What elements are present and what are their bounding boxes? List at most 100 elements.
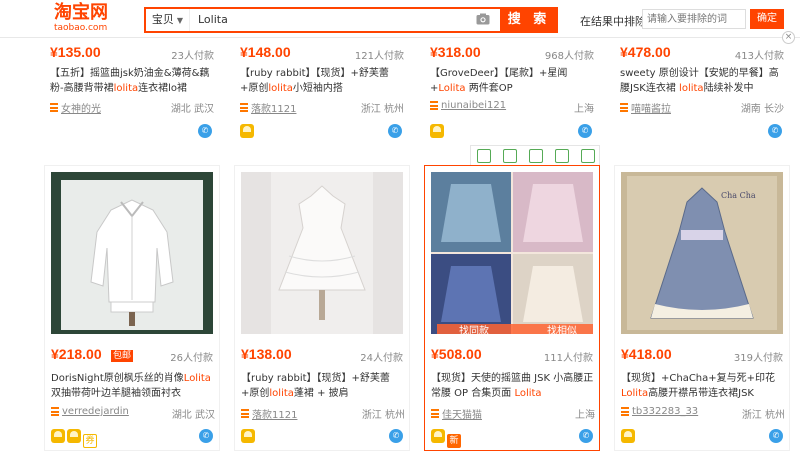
product-title[interactable]: 【现货】+ChaCha+复与死+印花Lolita高腰开襟吊带连衣裙JSK <box>621 371 785 401</box>
exclude-input[interactable] <box>642 9 746 29</box>
shop-icon <box>241 409 249 418</box>
tmall-gold-icon <box>621 429 635 443</box>
shop-link[interactable]: 落款1121 <box>251 104 296 115</box>
find-bar: 找同款 找相似 <box>437 324 593 334</box>
product-title[interactable]: 【五折】摇篮曲jsk奶油金&薄荷&藕粉-高腰背带裙lolita连衣裙lo裙 <box>50 66 214 96</box>
shop-link[interactable]: tb332283_33 <box>632 406 698 417</box>
wangwang-icon[interactable]: ✆ <box>768 124 782 138</box>
hover-toolbar <box>470 145 600 165</box>
logo-cn: 淘宝网 <box>54 2 108 23</box>
product-card[interactable]: ¥138.00 24人付款 【ruby rabbit】【现货】+舒芙蕾+原创lol… <box>234 165 410 451</box>
coupon-icon: 券 <box>83 434 97 448</box>
exclude-confirm-button[interactable]: 确定 <box>750 9 784 29</box>
settings-icon[interactable] <box>581 149 595 163</box>
product-title[interactable]: sweety 原创设计【安妮的早餐】高腰JSK连衣裙 lolita陆续补发中 <box>620 66 784 96</box>
icon-row: ✆ <box>430 124 594 140</box>
search-box: 宝贝 ▼ <box>144 7 554 33</box>
shop-icon <box>51 407 59 416</box>
expand-icon[interactable] <box>503 149 517 163</box>
sales-count: 24人付款 <box>360 353 403 364</box>
product-card[interactable]: ¥478.00 413人付款 sweety 原创设计【安妮的早餐】高腰JSK连衣裙… <box>614 20 790 144</box>
shop-link[interactable]: 佳天猫猫 <box>442 410 482 421</box>
bookmark-icon[interactable] <box>477 149 491 163</box>
sales-count: 968人付款 <box>544 51 594 62</box>
product-card[interactable]: ¥218.00 包邮 26人付款 DorisNight原创枫乐丝的肖像Lolita双… <box>44 165 220 451</box>
product-title[interactable]: 【ruby rabbit】【现货】+舒芙蕾+原创lolita蓬裙 + 披肩 <box>241 371 405 401</box>
search-button[interactable]: 搜 索 <box>500 7 558 33</box>
product-card[interactable]: ¥148.00 121人付款 【ruby rabbit】【现货】+舒芙蕾+原创lo… <box>234 20 410 144</box>
free-shipping-badge: 包邮 <box>111 350 134 362</box>
wangwang-icon[interactable]: ✆ <box>578 124 592 138</box>
product-title[interactable]: 【ruby rabbit】【现货】+舒芙蕾+原创lolita小短袖内搭 <box>240 66 404 96</box>
location: 浙江 杭州 <box>360 104 404 115</box>
product-image[interactable] <box>51 172 213 334</box>
share-icon[interactable] <box>555 149 569 163</box>
sales-count: 23人付款 <box>171 51 214 62</box>
find-similar-button[interactable]: 找相似 <box>547 324 577 334</box>
icon-row: ✆ <box>621 429 785 445</box>
taobao-logo[interactable]: 淘宝网 taobao.com <box>54 3 120 35</box>
close-icon[interactable]: × <box>782 31 795 44</box>
wangwang-icon[interactable]: ✆ <box>389 429 403 443</box>
shop-row: 落款1121 浙江 杭州 <box>241 406 405 421</box>
sales-count: 121人付款 <box>354 51 404 62</box>
tmall-gold-icon <box>241 429 255 443</box>
shop-icon <box>240 103 248 112</box>
location: 上海 <box>575 410 595 421</box>
shop-link[interactable]: verredejardin <box>62 406 129 417</box>
shop-link[interactable]: 喵喵酱拉 <box>631 104 671 115</box>
new-badge-icon: 新 <box>447 434 461 448</box>
shop-icon <box>431 409 439 418</box>
sales-count: 111人付款 <box>543 353 593 364</box>
product-title[interactable]: 【GroveDeer】【尾款】+星闻+Lolita 两件套OP <box>430 66 594 96</box>
find-same-button[interactable]: 找同款 <box>459 324 489 334</box>
price: ¥478.00 <box>620 44 671 60</box>
icon-row: ✆ <box>50 124 214 140</box>
shop-icon <box>620 103 628 112</box>
top-bar: 淘宝网 taobao.com 宝贝▼ 搜 索 在结果中排除 确定 <box>0 0 800 38</box>
product-card[interactable]: Cha Cha ¥418.00 319人付款 【现货】+ChaCha+复与死+印花… <box>614 165 790 451</box>
exclude-label: 在结果中排除 <box>580 15 646 28</box>
sales-count: 413人付款 <box>734 51 784 62</box>
shop-row: verredejardin 湖北 武汉 <box>51 406 215 421</box>
sales-count: 319人付款 <box>733 353 783 364</box>
search-category-label: 宝贝 <box>151 13 174 26</box>
tmall-gold-icon <box>430 124 444 138</box>
save-icon[interactable] <box>529 149 543 163</box>
location: 湖南 长沙 <box>740 104 784 115</box>
location: 湖北 武汉 <box>171 410 215 421</box>
product-card-hovered[interactable]: 找同款 找相似 ¥508.00 111人付款 【现货】天使的摇篮曲 JSK 小高腰… <box>424 165 600 451</box>
location: 浙江 杭州 <box>741 410 785 421</box>
product-title[interactable]: 【现货】天使的摇篮曲 JSK 小高腰正常腰 OP 合集页面 Lolita <box>431 371 595 401</box>
wangwang-icon[interactable]: ✆ <box>388 124 402 138</box>
price: ¥135.00 <box>50 44 101 60</box>
icon-row: ✆ <box>241 429 405 445</box>
search-category-select[interactable]: 宝贝 ▼ <box>146 9 190 31</box>
price: ¥218.00 <box>51 346 102 362</box>
sales-count: 26人付款 <box>170 353 213 364</box>
search-input[interactable] <box>198 9 458 31</box>
shop-row: tb332283_33 浙江 杭州 <box>621 406 785 421</box>
wangwang-icon[interactable]: ✆ <box>579 429 593 443</box>
product-image[interactable]: 找同款 找相似 <box>431 172 593 334</box>
product-title[interactable]: DorisNight原创枫乐丝的肖像Lolita双抽带荷叶边羊腿袖领面衬衣 <box>51 371 215 401</box>
product-image[interactable]: Cha Cha <box>621 172 783 334</box>
product-image[interactable] <box>241 172 403 334</box>
price: ¥148.00 <box>240 44 291 60</box>
tmall-gold-icon <box>51 429 65 443</box>
camera-icon[interactable] <box>476 13 490 25</box>
shop-row: 佳天猫猫 上海 <box>431 406 595 421</box>
wangwang-icon[interactable]: ✆ <box>199 429 213 443</box>
price: ¥418.00 <box>621 346 672 362</box>
shop-link[interactable]: 女神的光 <box>61 104 101 115</box>
wangwang-icon[interactable]: ✆ <box>769 429 783 443</box>
shop-row: 落款1121 浙江 杭州 <box>240 100 404 115</box>
shop-link[interactable]: niunaibei121 <box>441 100 506 111</box>
icon-row: 券 ✆ <box>51 429 215 448</box>
chevron-down-icon: ▼ <box>176 16 184 25</box>
product-card[interactable]: ¥135.00 23人付款 【五折】摇篮曲jsk奶油金&薄荷&藕粉-高腰背带裙lo… <box>44 20 220 144</box>
shop-link[interactable]: 落款1121 <box>252 410 297 421</box>
shop-row: niunaibei121 上海 <box>430 100 594 115</box>
wangwang-icon[interactable]: ✆ <box>198 124 212 138</box>
product-card[interactable]: ¥318.00 968人付款 【GroveDeer】【尾款】+星闻+Lolita … <box>424 20 600 144</box>
